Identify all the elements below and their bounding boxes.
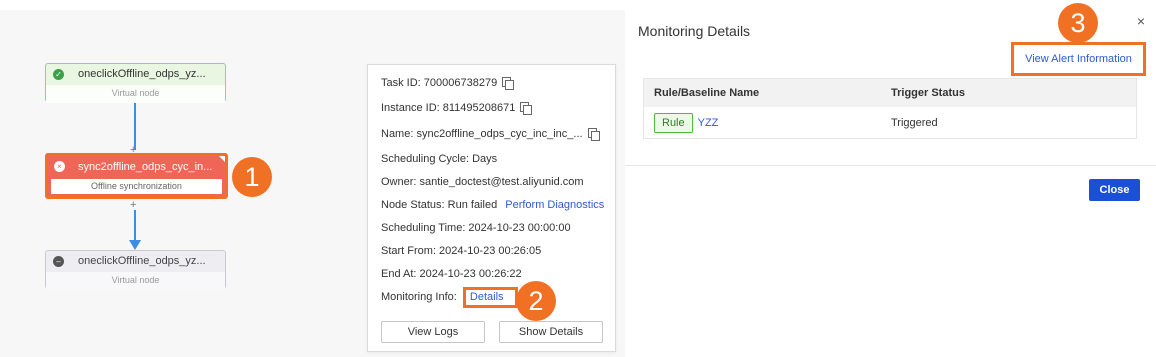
node-type: Offline synchronization — [51, 179, 222, 194]
column-header-trigger-status: Trigger Status — [891, 87, 965, 99]
view-alert-information-link[interactable]: View Alert Information — [1011, 42, 1146, 76]
perform-diagnostics-link[interactable]: Perform Diagnostics — [505, 199, 604, 211]
instance-id-row: Instance ID: 811495208671 — [381, 102, 533, 115]
node-type: Virtual node — [46, 272, 225, 290]
start-from-text: Start From: 2024-10-23 00:26:05 — [381, 245, 542, 257]
footer-divider — [625, 165, 1156, 166]
instance-details-popup: Task ID: 700006738279 Instance ID: 81149… — [367, 64, 616, 352]
monitoring-info-row: Monitoring Info: Details — [381, 287, 518, 308]
callout-badge-2: 2 — [516, 281, 556, 321]
rule-tag: Rule — [654, 113, 693, 133]
edge-arrow-icon — [129, 240, 141, 250]
success-icon: ✓ — [53, 69, 64, 80]
dag-node-offline-sync[interactable]: × sync2offline_odps_cyc_in... Offline sy… — [45, 153, 228, 199]
copy-icon[interactable] — [502, 77, 515, 90]
table-header: Rule/Baseline Name Trigger Status — [644, 79, 1136, 107]
monitoring-details-panel: Monitoring Details × 3 View Alert Inform… — [625, 0, 1156, 357]
failed-icon: × — [54, 161, 65, 172]
scheduling-time-text: Scheduling Time: 2024-10-23 00:00:00 — [381, 222, 571, 234]
trigger-status-cell: Triggered — [891, 117, 938, 129]
task-id-text: Task ID: 700006738279 — [381, 77, 498, 89]
table-row: Rule YZZ Triggered — [644, 107, 1136, 139]
copy-icon[interactable] — [587, 128, 600, 141]
dag-node-virtual-bottom[interactable]: – oneclickOffline_odps_yz... Virtual nod… — [45, 250, 226, 290]
panel-title: Monitoring Details — [638, 23, 751, 39]
rules-table: Rule/Baseline Name Trigger Status Rule YZ… — [643, 78, 1137, 139]
edge-line — [134, 103, 136, 150]
dag-node-virtual-top[interactable]: ✓ oneclickOffline_odps_yz... Virtual nod… — [45, 63, 226, 103]
details-highlight: Details — [462, 287, 518, 308]
not-run-icon: – — [53, 256, 64, 267]
show-details-button[interactable]: Show Details — [499, 321, 603, 343]
scheduling-cycle-text: Scheduling Cycle: Days — [381, 153, 498, 165]
callout-badge-3: 3 — [1058, 3, 1098, 43]
rule-name-cell: Rule YZZ — [644, 109, 891, 137]
node-title: sync2offline_odps_cyc_in... — [78, 161, 213, 173]
task-id-row: Task ID: 700006738279 — [381, 77, 515, 90]
node-title: oneclickOffline_odps_yz... — [78, 68, 206, 80]
view-logs-button[interactable]: View Logs — [381, 321, 485, 343]
owner-text: Owner: santie_doctest@test.aliyunid.com — [381, 176, 584, 188]
end-at-text: End At: 2024-10-23 00:26:22 — [381, 268, 522, 280]
name-text: Name: sync2offline_odps_cyc_inc_inc_... — [381, 128, 583, 140]
monitoring-info-label: Monitoring Info: — [381, 291, 457, 303]
close-button[interactable]: Close — [1089, 179, 1140, 201]
screen: ✓ oneclickOffline_odps_yz... Virtual nod… — [0, 0, 1156, 357]
add-node-plus-icon[interactable]: + — [130, 200, 136, 211]
node-type: Virtual node — [46, 85, 225, 103]
callout-badge-1: 1 — [232, 157, 272, 197]
node-status-row: Node Status: Run failed Perform Diagnost… — [381, 199, 604, 211]
details-link[interactable]: Details — [470, 291, 504, 303]
node-title: oneclickOffline_odps_yz... — [78, 255, 206, 267]
column-header-rule-name: Rule/Baseline Name — [654, 87, 760, 99]
close-icon[interactable]: × — [1137, 13, 1145, 29]
instance-id-text: Instance ID: 811495208671 — [381, 102, 516, 114]
node-status-text: Node Status: Run failed — [381, 199, 498, 211]
copy-icon[interactable] — [520, 102, 533, 115]
rule-name-link[interactable]: YZZ — [698, 117, 719, 129]
edge-line — [134, 210, 136, 242]
name-row: Name: sync2offline_odps_cyc_inc_inc_... — [381, 128, 600, 141]
